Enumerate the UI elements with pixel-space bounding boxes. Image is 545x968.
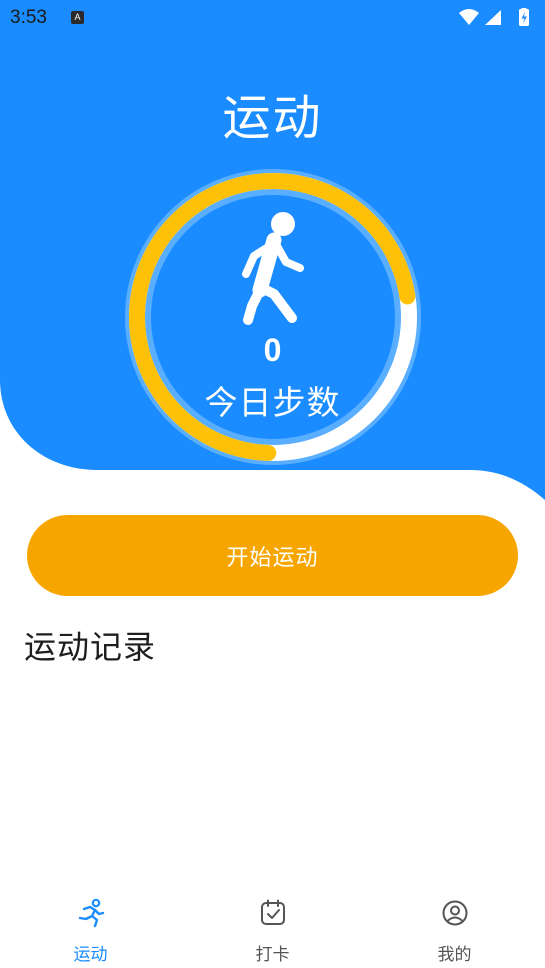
nav-item-checkin[interactable]: 打卡 xyxy=(182,882,363,968)
start-exercise-button[interactable]: 开始运动 xyxy=(27,515,518,596)
bottom-navigation: 运动 打卡 我的 xyxy=(0,882,545,968)
status-time: 3:53 xyxy=(10,7,47,28)
status-icons xyxy=(459,8,529,26)
nav-item-profile[interactable]: 我的 xyxy=(364,882,545,968)
notification-a-icon: A xyxy=(71,11,84,24)
page-title: 运动 xyxy=(222,90,323,146)
nav-label-checkin: 打卡 xyxy=(255,945,290,965)
nav-label-profile: 我的 xyxy=(437,945,472,965)
signal-icon xyxy=(485,10,501,25)
user-icon xyxy=(442,900,468,926)
nav-label-exercise: 运动 xyxy=(73,945,108,965)
calendar-check-icon xyxy=(261,899,285,925)
wifi-icon xyxy=(459,9,479,25)
step-count-label: 今日步数 xyxy=(204,383,341,422)
step-count-value: 0 xyxy=(263,332,282,368)
running-icon xyxy=(78,898,105,928)
nav-item-exercise[interactable]: 运动 xyxy=(0,882,181,968)
exercise-records-heading: 运动记录 xyxy=(24,628,157,666)
walking-person-icon xyxy=(242,212,304,325)
status-bar: 3:53 A xyxy=(0,0,545,36)
